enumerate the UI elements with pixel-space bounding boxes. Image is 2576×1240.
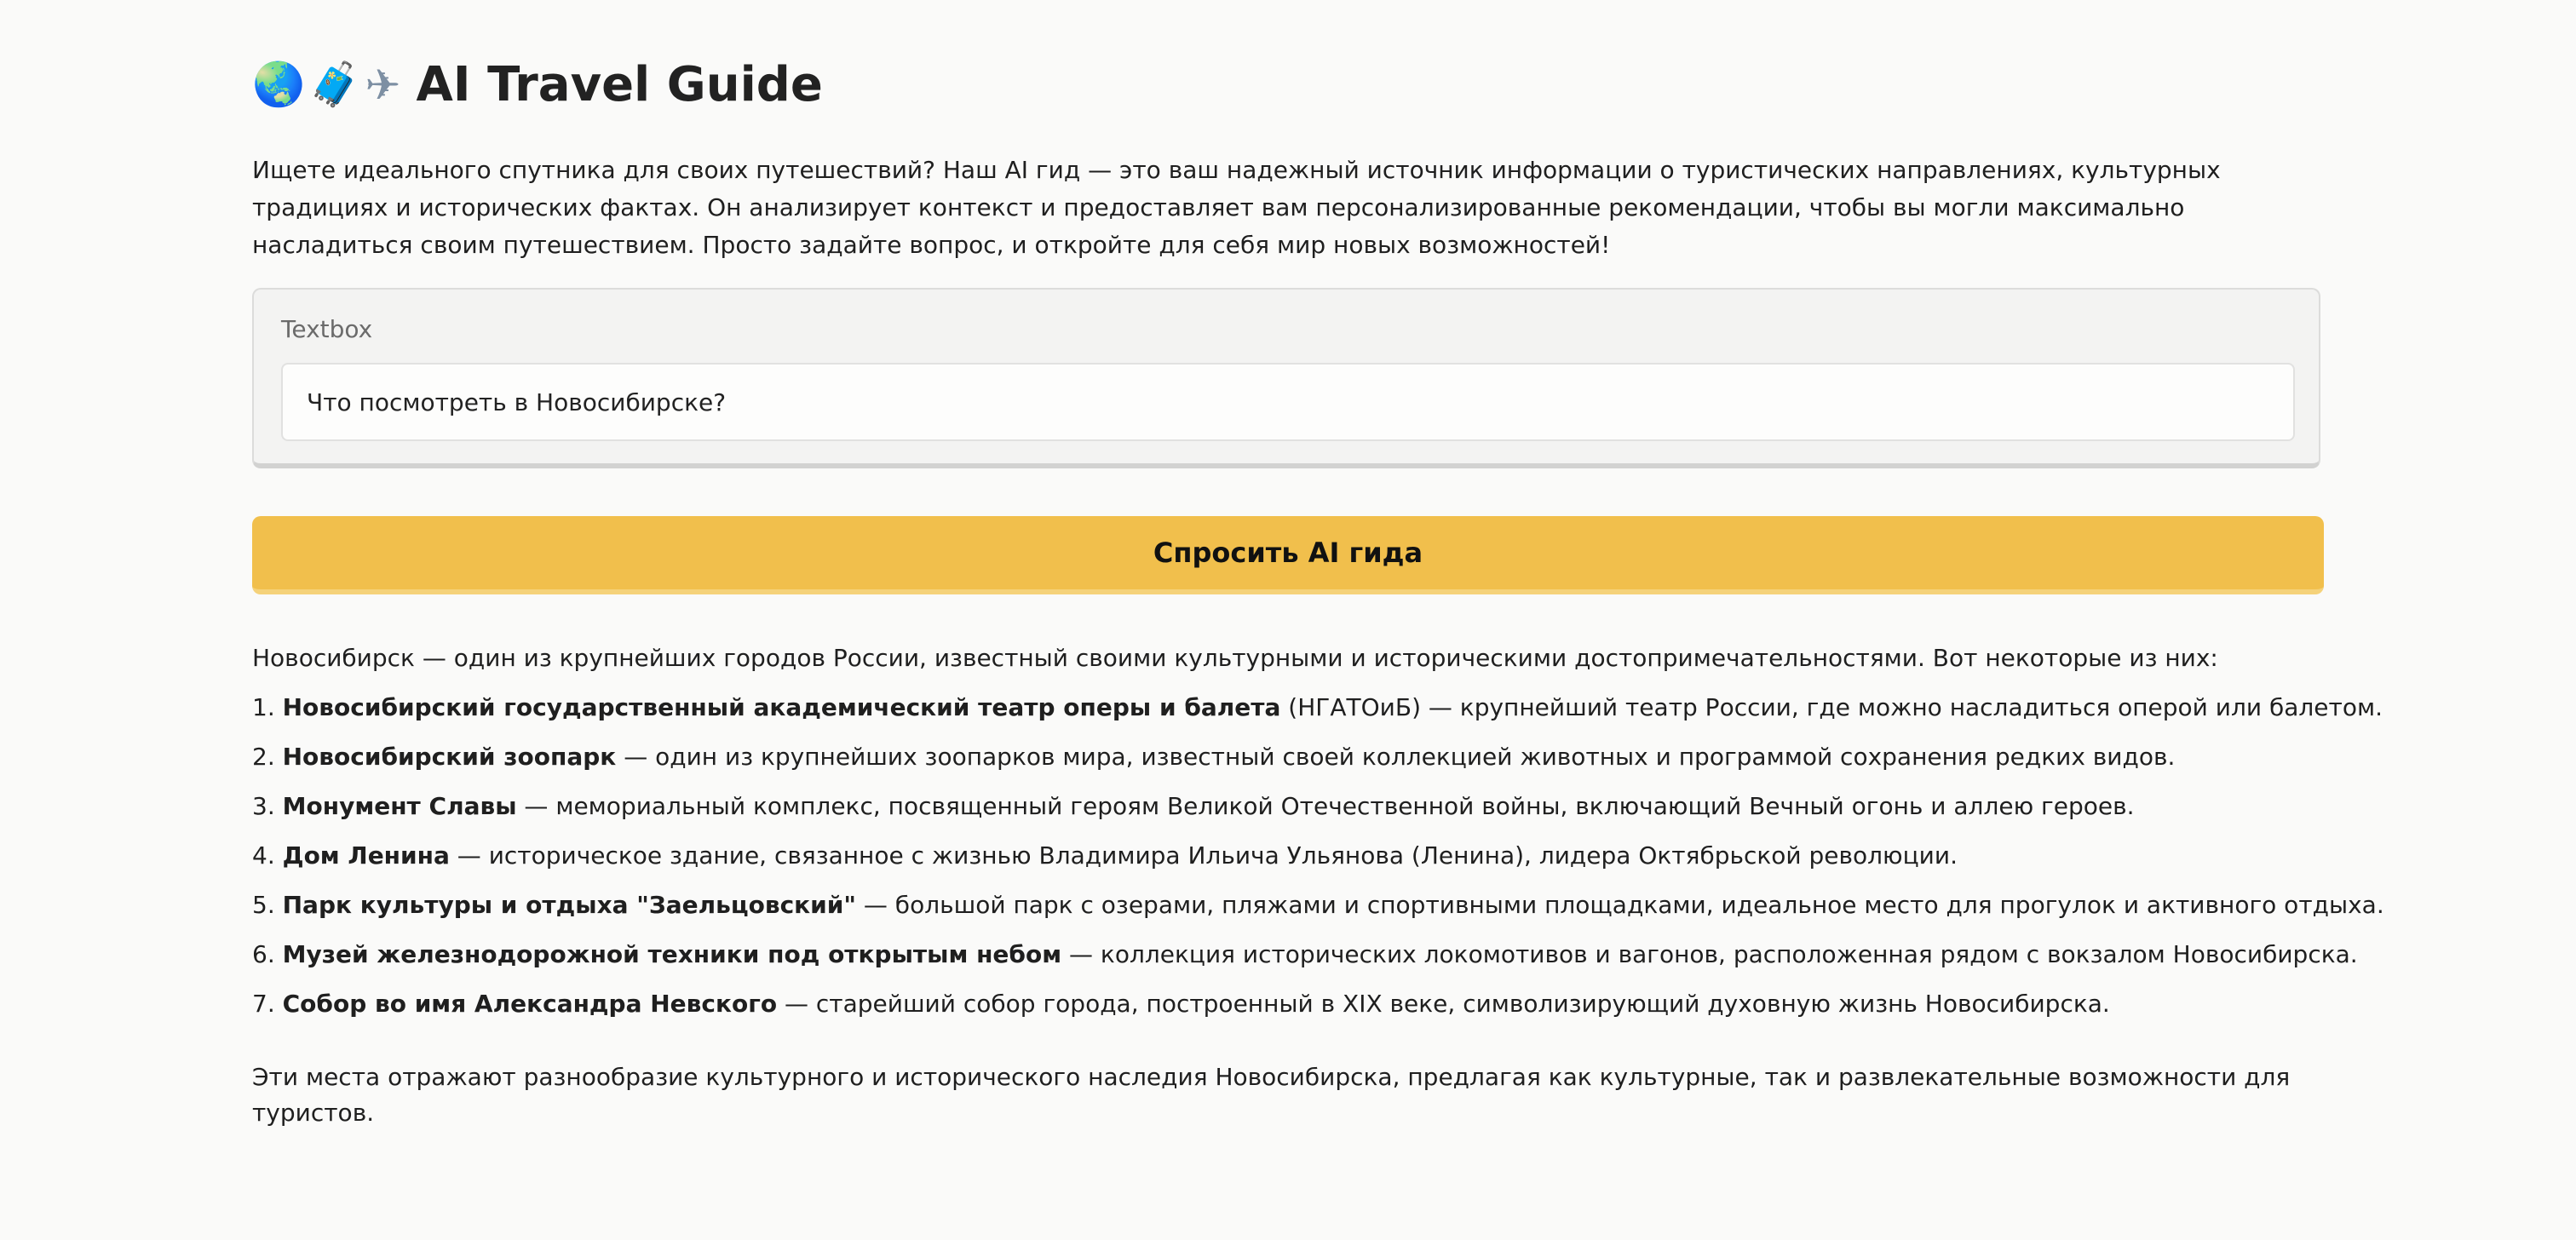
list-item-desc: (НГАТОиБ) — крупнейший театр России, где… xyxy=(1280,693,2383,721)
textbox-label: Textbox xyxy=(281,315,373,343)
list-item-number: 5. xyxy=(252,891,275,919)
list-item-number: 7. xyxy=(252,990,275,1018)
list-item: 1. Новосибирский государственный академи… xyxy=(252,690,2383,739)
list-item: 7. Собор во имя Александра Невского — ст… xyxy=(252,986,2324,1036)
question-input[interactable] xyxy=(281,363,2295,441)
answer-outro: Эти места отражают разнообразие культурн… xyxy=(252,1063,2291,1127)
ask-ai-guide-button[interactable]: Спросить AI гида xyxy=(252,516,2324,594)
answer-output: Новосибирск — один из крупнейших городов… xyxy=(252,640,2384,1155)
list-item-desc: — большой парк с озерами, пляжами и спор… xyxy=(856,891,2384,919)
list-item: 2. Новосибирский зоопарк — один из крупн… xyxy=(252,739,2324,789)
page-title: 🌏 🧳 ✈ AI Travel Guide xyxy=(252,55,823,116)
list-item-name: Монумент Славы xyxy=(282,792,517,820)
list-item-number: 1. xyxy=(252,693,275,721)
attractions-list: 1. Новосибирский государственный академи… xyxy=(252,690,2384,1036)
list-item-desc: — мемориальный комплекс, посвященный гер… xyxy=(516,792,2135,820)
list-item: 5. Парк культуры и отдыха "Заельцовский"… xyxy=(252,887,2384,937)
answer-lead: Новосибирск — один из крупнейших городов… xyxy=(252,644,2218,672)
list-item-name: Дом Ленина xyxy=(282,841,450,870)
page-title-text: AI Travel Guide xyxy=(416,57,823,113)
list-item-name: Новосибирский государственный академичес… xyxy=(282,693,1281,721)
list-item: 6. Музей железнодорожной техники под отк… xyxy=(252,937,2358,986)
list-item-desc: — один из крупнейших зоопарков мира, изв… xyxy=(616,743,2176,771)
airplane-icon: ✈ xyxy=(365,60,401,110)
list-item-number: 3. xyxy=(252,792,275,820)
globe-icon: 🌏 xyxy=(252,60,306,110)
list-item-name: Парк культуры и отдыха "Заельцовский" xyxy=(282,891,856,919)
luggage-icon: 🧳 xyxy=(308,60,362,110)
textbox-block: Textbox xyxy=(252,288,2320,468)
list-item-desc: — старейший собор города, построенный в … xyxy=(777,990,2110,1018)
list-item: 3. Монумент Славы — мемориальный комплек… xyxy=(252,789,2324,838)
intro-text: Ищете идеального спутника для своих путе… xyxy=(252,156,2221,259)
list-item-desc: — историческое здание, связанное с жизнь… xyxy=(449,841,1958,870)
list-item-name: Новосибирский зоопарк xyxy=(282,743,617,771)
list-item-number: 6. xyxy=(252,940,275,968)
list-item-desc: — коллекция исторических локомотивов и в… xyxy=(1061,940,2358,968)
list-item-name: Собор во имя Александра Невского xyxy=(282,990,778,1018)
list-item-number: 2. xyxy=(252,743,275,771)
list-item: 4. Дом Ленина — историческое здание, свя… xyxy=(252,838,2324,887)
list-item-number: 4. xyxy=(252,841,275,870)
list-item-name: Музей железнодорожной техники под открыт… xyxy=(282,940,1062,968)
